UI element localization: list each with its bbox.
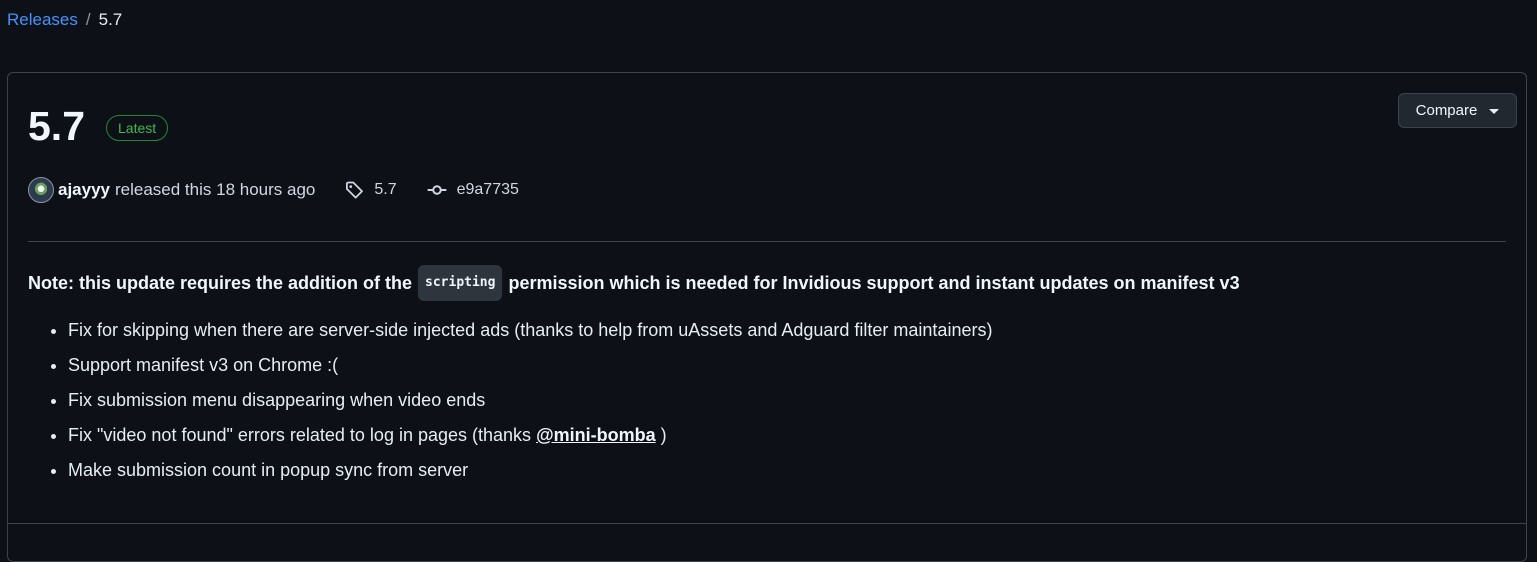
- compare-button[interactable]: Compare: [1398, 93, 1517, 128]
- list-item: Support manifest v3 on Chrome :(: [68, 348, 992, 383]
- divider-bottom: [8, 523, 1526, 524]
- item-text: Fix "video not found" errors related to …: [68, 425, 532, 445]
- release-meta: ajayyy released this 18 hours ago 5.7 e9…: [28, 175, 519, 205]
- tag-name: 5.7: [374, 181, 397, 198]
- list-item: Fix "video not found" errors related to …: [68, 418, 992, 453]
- commit-hash: e9a7735: [456, 181, 519, 198]
- latest-badge: Latest: [106, 115, 169, 141]
- released-time: released this 18 hours ago: [115, 180, 316, 199]
- changes-list: Fix for skipping when there are server-s…: [28, 313, 992, 488]
- compare-label: Compare: [1415, 102, 1478, 119]
- tag-icon: [346, 181, 364, 199]
- list-item: Make submission count in popup sync from…: [68, 453, 992, 488]
- code-scripting: scripting: [418, 265, 503, 301]
- note-text-before: Note: this update requires the addition …: [28, 273, 413, 293]
- note-text-after: permission which is needed for Invidious…: [508, 273, 1240, 293]
- git-commit-icon: [427, 185, 446, 195]
- item-text-end: ): [660, 425, 667, 445]
- author-link[interactable]: ajayyy: [58, 180, 110, 200]
- avatar[interactable]: [28, 177, 54, 203]
- tag-link[interactable]: 5.7: [345, 180, 397, 200]
- triangle-down-icon: [1489, 109, 1500, 114]
- mention-link[interactable]: @mini-bomba: [536, 425, 656, 445]
- list-item: Fix submission menu disappearing when vi…: [68, 383, 992, 418]
- breadcrumb-separator: /: [85, 10, 91, 29]
- releases-link[interactable]: Releases: [7, 9, 78, 31]
- list-item: Fix for skipping when there are server-s…: [68, 313, 992, 348]
- divider: [28, 241, 1506, 242]
- release-note-intro: Note: this update requires the addition …: [28, 265, 1240, 301]
- breadcrumb: Releases / 5.7: [7, 9, 122, 31]
- breadcrumb-current: 5.7: [98, 10, 123, 29]
- commit-link[interactable]: e9a7735: [427, 180, 519, 200]
- release-card: 5.7 Latest Compare ajayyy released this …: [7, 72, 1527, 562]
- release-title: 5.7: [28, 103, 85, 149]
